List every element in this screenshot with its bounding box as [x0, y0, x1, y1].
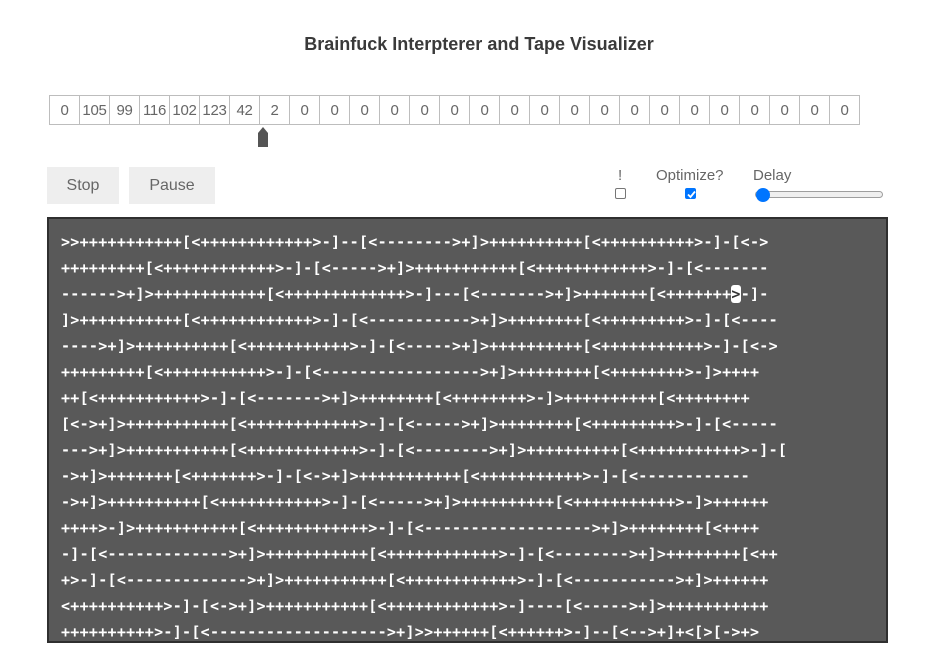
page-title: Brainfuck Interpterer and Tape Visualize… — [304, 34, 654, 54]
delay-slider-thumb[interactable] — [756, 188, 770, 202]
bang-checkbox[interactable] — [615, 188, 626, 199]
tape: 0 105 99 116 102 123 42 2 0 0 0 0 0 0 0 0 0 0 0 0 0 0 0 0 0 0 0 — [49, 95, 860, 125]
code-line: --->+]>+++++++++++[<++++++++++++>-]-[<--… — [61, 441, 788, 459]
tape-cell: 0 — [470, 95, 500, 125]
code-line: +++++++++[<+++++++++++>-]-[<------------… — [61, 363, 760, 381]
tape-cell: 105 — [80, 95, 110, 125]
tape-cell: 0 — [650, 95, 680, 125]
tape-cell: 0 — [320, 95, 350, 125]
code-line: [<->+]>+++++++++++[<++++++++++++>-]-[<--… — [61, 415, 778, 433]
tape-pointer-icon — [258, 127, 268, 147]
code-line: ------>+]>++++++++++++[<+++++++++++++>-]… — [61, 281, 883, 307]
tape-cell: 0 — [620, 95, 650, 125]
tape-cell: 0 — [560, 95, 590, 125]
code-line: -]-[<------------->+]>+++++++++++[<+++++… — [61, 545, 778, 563]
tape-cell: 0 — [350, 95, 380, 125]
tape-cell: 0 — [800, 95, 830, 125]
code-line: ++++++++++>-]-[<------------------->+]>>… — [61, 623, 760, 641]
code-line: ++++>-]>+++++++++++[<++++++++++++>-]-[<-… — [61, 519, 760, 537]
tape-cell: 102 — [170, 95, 200, 125]
delay-slider[interactable] — [755, 187, 884, 203]
tape-cell: 123 — [200, 95, 230, 125]
tape-cell: 0 — [770, 95, 800, 125]
code-line: +++++++++[<++++++++++++>-]-[<----->+]>++… — [61, 259, 769, 277]
optimize-label: Optimize? — [656, 167, 724, 184]
code-line: <++++++++++>-]-[<->+]>+++++++++++[<+++++… — [61, 597, 769, 615]
code-line-before-cursor: ------>+]>++++++++++++[<+++++++++++++>-]… — [61, 285, 732, 303]
code-line: ---->+]>++++++++++[<+++++++++++>-]-[<---… — [61, 337, 778, 355]
code-line: ++[<+++++++++++>-]-[<------->+]>++++++++… — [61, 389, 750, 407]
tape-cell: 0 — [410, 95, 440, 125]
pause-button[interactable]: Pause — [129, 167, 215, 204]
instruction-cursor: > — [731, 285, 741, 303]
tape-cell: 0 — [590, 95, 620, 125]
tape-cell: 0 — [290, 95, 320, 125]
code-display: >>+++++++++++[<++++++++++++>-]--[<------… — [47, 217, 888, 643]
tape-cell: 0 — [500, 95, 530, 125]
optimize-checkbox[interactable] — [685, 188, 696, 199]
tape-cell: 0 — [680, 95, 710, 125]
tape-cell: 0 — [830, 95, 860, 125]
tape-cell: 0 — [740, 95, 770, 125]
tape-cell: 0 — [710, 95, 740, 125]
bang-label: ! — [618, 167, 623, 184]
tape-cell: 0 — [380, 95, 410, 125]
delay-slider-track[interactable] — [755, 191, 883, 198]
code-line: ->+]>++++++++++[<+++++++++++>-]-[<----->… — [61, 493, 769, 511]
code-line-after-cursor: -]- — [740, 285, 769, 303]
stop-button[interactable]: Stop — [47, 167, 119, 204]
code-line: ]>+++++++++++[<++++++++++++>-]-[<-------… — [61, 311, 778, 329]
delay-label: Delay — [753, 167, 792, 184]
tape-cell: 2 — [260, 95, 290, 125]
tape-cell: 99 — [110, 95, 140, 125]
tape-cell: 116 — [140, 95, 170, 125]
code-line: +>-]-[<------------->+]>+++++++++++[<+++… — [61, 571, 769, 589]
tape-cell: 0 — [50, 95, 80, 125]
tape-cell: 0 — [530, 95, 560, 125]
tape-cell: 0 — [440, 95, 470, 125]
checkmark-icon — [687, 190, 696, 199]
tape-cell: 42 — [230, 95, 260, 125]
code-line: >>+++++++++++[<++++++++++++>-]--[<------… — [61, 233, 769, 251]
code-line: ->+]>+++++++[<+++++++>-]-[<->+]>++++++++… — [61, 467, 750, 485]
